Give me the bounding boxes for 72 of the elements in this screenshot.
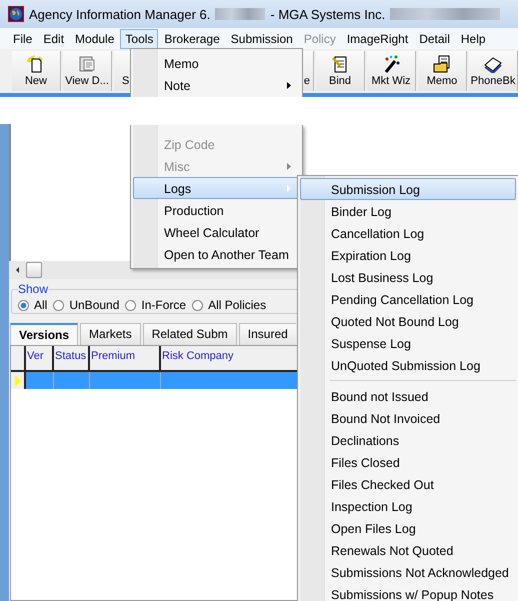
new-page-icon [27,55,45,73]
menu-item[interactable]: Note [133,74,300,96]
menu-item[interactable]: Pending Cancellation Log [300,288,516,310]
toolbar-button[interactable]: Mkt Wiz [367,51,416,91]
toolbar-button[interactable]: New [12,51,61,91]
menu-item[interactable]: Logs [133,177,300,199]
menu-item[interactable]: Suspense Log [300,332,516,354]
radio-button[interactable] [125,300,136,310]
menu-item[interactable]: Submissions Not Acknowledged [300,561,516,583]
submenu-arrow-icon [287,163,291,170]
folder-document-icon [433,55,451,73]
menu-item[interactable]: Open Files Log [300,517,516,539]
menu-item[interactable]: Renewals Not Quoted [300,539,516,561]
menu-item[interactable]: Quoted Not Bound Log [300,310,516,332]
tab[interactable]: Markets [80,323,141,345]
menu-item[interactable]: Memo [133,52,300,74]
radio-button[interactable] [53,300,64,310]
menu-item[interactable]: Edit [38,28,70,48]
column-header[interactable]: Status [54,346,90,370]
window-title: Agency Information Manager 6. [29,6,210,22]
menu-item[interactable]: Production [133,199,300,221]
column-header[interactable]: Ver [26,346,54,370]
toolbar-button[interactable]: PhoneBk [469,51,518,91]
scroll-thumb[interactable] [26,262,42,278]
menu-item[interactable]: Tools [120,28,158,48]
radio-button[interactable] [18,300,29,310]
menu-item[interactable]: Inspection Log [300,495,516,517]
tab[interactable]: Related Subm [142,323,237,345]
radio-button[interactable] [192,300,204,310]
menu-item[interactable]: Bound not Issued [300,385,516,407]
toolbar-button[interactable]: Bind [316,51,365,91]
tab[interactable]: Versions [10,323,78,345]
toolbar-button[interactable]: View D... [63,51,112,91]
blurred-text [215,8,266,20]
window-title: - MGA Systems Inc. [270,6,386,22]
menu-item[interactable]: Files Checked Out [300,473,516,495]
left-arrow-icon[interactable] [14,266,22,274]
menu-item[interactable]: Submission [226,28,298,48]
menu-item[interactable]: Files Closed [300,451,516,473]
menu-item[interactable]: Wheel Calculator [133,221,300,243]
menu-item[interactable]: File [8,28,38,48]
document-icon [78,55,96,73]
menu-item[interactable]: Brokerage [159,28,225,48]
menu-item[interactable]: Module [70,28,120,48]
menu-item[interactable]: Cancellation Log [300,222,516,244]
menu-item[interactable]: Bound Not Invoiced [300,407,516,429]
menu-item[interactable]: Detail [414,28,455,48]
menu-item[interactable]: Declinations [300,429,516,451]
menu-item[interactable]: Submission Log [300,178,516,200]
menu-item[interactable]: Binder Log [300,200,516,222]
group-label: Show [18,282,48,296]
menu-item[interactable]: Open to Another Team [133,243,300,265]
menu-icon-column [133,49,158,97]
menu-item[interactable]: ImageRight [342,28,414,48]
toolbar-button[interactable]: Memo [418,51,467,91]
submenu-arrow-icon [287,82,291,89]
row-pointer-icon [14,374,20,386]
radio-label[interactable]: UnBound [69,298,120,312]
radio-label[interactable]: All [34,298,48,312]
magic-wand-icon [382,55,400,73]
submenu-arrow-icon [287,185,291,192]
menu-item[interactable]: Lost Business Log [300,266,516,288]
document-pen-icon [331,55,349,73]
radio-label[interactable]: All Policies [208,298,266,312]
menu-item[interactable]: Help [456,28,491,48]
tab[interactable]: Insured [238,323,296,345]
menu-item[interactable]: UnQuoted Submission Log [300,354,516,376]
menu-item[interactable]: Expiration Log [300,244,516,266]
globe-icon [8,6,24,22]
column-header[interactable]: Premium [90,346,161,370]
radio-label[interactable]: In-Force [141,298,186,312]
book-icon [483,55,503,73]
